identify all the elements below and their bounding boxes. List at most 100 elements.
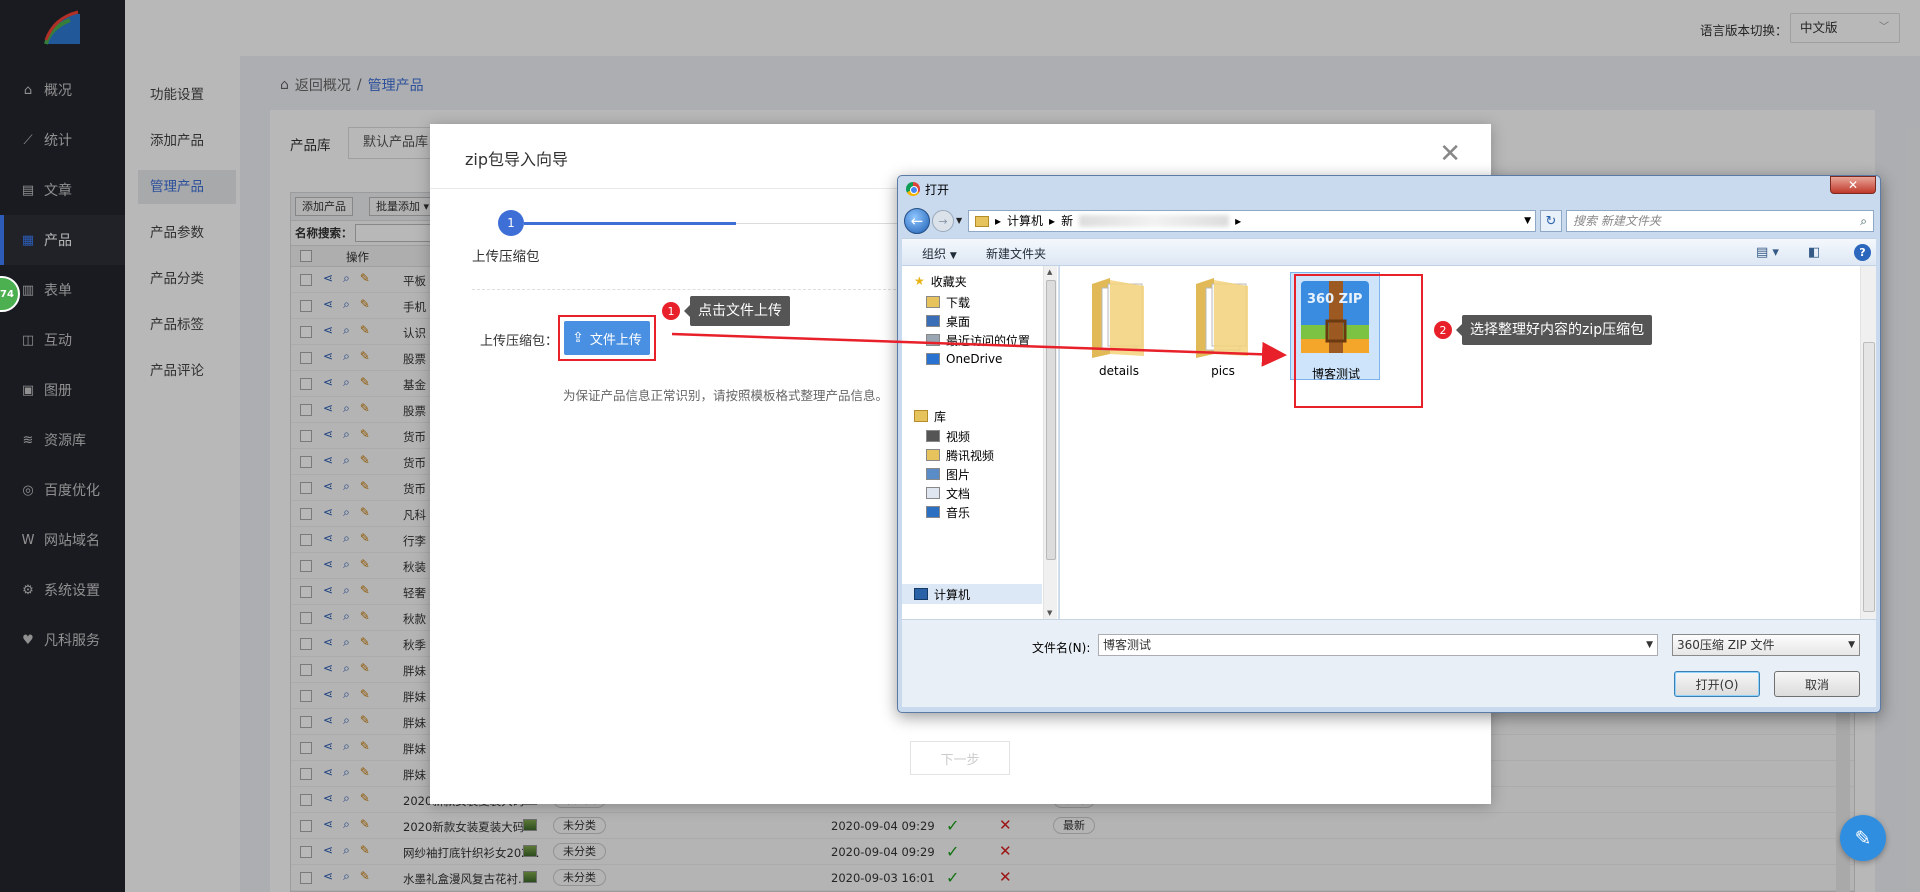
upload-icon: ⇪ xyxy=(572,330,584,346)
library-icon xyxy=(914,410,928,422)
step-progress xyxy=(524,222,736,225)
chevron-up-icon[interactable]: ▲ xyxy=(1047,268,1052,276)
computer-icon xyxy=(914,588,928,600)
nav-favorites-label: 收藏夹 xyxy=(930,274,967,289)
chevron-down-icon[interactable]: ▼ xyxy=(1047,609,1052,617)
nav-pane-item-label: 桌面 xyxy=(946,314,971,329)
filename-field[interactable]: 博客测试 ▼ xyxy=(1098,634,1658,656)
nav-pane-item-label: 最近访问的位置 xyxy=(946,333,1031,348)
new-folder-button[interactable]: 新建文件夹 xyxy=(986,245,1046,262)
search-placeholder: 搜索 新建文件夹 xyxy=(1573,214,1661,228)
nav-pane-item-label: 图片 xyxy=(946,467,971,482)
view-options-icon[interactable]: ▤ ▾ xyxy=(1756,245,1779,260)
folder-icon xyxy=(1092,278,1144,358)
preview-pane-icon[interactable]: ◧ xyxy=(1808,245,1820,260)
upload-hint: 为保证产品信息正常识别，请按照模板格式整理产品信息。 xyxy=(563,388,889,403)
cancel-button[interactable]: 取消 xyxy=(1774,671,1860,697)
chrome-icon xyxy=(906,182,920,196)
path-segment[interactable]: 计算机 xyxy=(1007,211,1043,231)
path-segment[interactable]: 新 xyxy=(1061,211,1073,231)
music-icon xyxy=(926,506,940,518)
file-item-pics[interactable]: pics xyxy=(1178,272,1268,380)
document-icon xyxy=(926,487,940,499)
back-arrow-icon[interactable]: ← xyxy=(904,208,930,234)
history-dropdown-icon[interactable]: ▼ xyxy=(956,216,962,225)
file-item-details[interactable]: details xyxy=(1074,272,1164,380)
callout-number: 1 xyxy=(662,302,680,320)
path-separator: ▸ xyxy=(995,214,1002,228)
folder-icon xyxy=(975,215,989,227)
scroll-thumb[interactable] xyxy=(1863,342,1875,612)
nav-library-label: 库 xyxy=(934,409,947,424)
nav-library[interactable]: 库 xyxy=(914,406,1054,426)
file-list-scrollbar[interactable] xyxy=(1860,266,1876,619)
callout-label: 点击文件上传 xyxy=(684,296,790,326)
organize-label: 组织 xyxy=(922,247,947,261)
desktop-icon xyxy=(926,315,940,327)
organize-menu[interactable]: 组织 ▼ xyxy=(922,245,957,262)
close-icon[interactable]: ✕ xyxy=(1439,139,1461,169)
nav-favorites[interactable]: ★ 收藏夹 xyxy=(914,271,1054,291)
chevron-down-icon: ▼ xyxy=(1848,640,1855,650)
chevron-down-icon: ▼ xyxy=(949,251,957,261)
open-file-dialog: 打开 ✕ ← → ▼ ▸ 计算机 ▸ 新 ▸ ▼ ↻ 搜索 新建文件夹 ⌕ 组织… xyxy=(897,175,1881,713)
dialog-title: 打开 xyxy=(925,183,950,197)
path-separator: ▸ xyxy=(1049,214,1056,228)
edit-icon: ✎ xyxy=(1854,826,1872,850)
download-folder-icon xyxy=(926,296,940,308)
file-name: details xyxy=(1099,364,1139,378)
nav-pane-item-label: 文档 xyxy=(946,486,971,501)
star-icon: ★ xyxy=(914,274,925,288)
video-icon xyxy=(926,430,940,442)
folder-icon xyxy=(1196,278,1248,358)
filename-label: 文件名(N): xyxy=(1032,641,1091,655)
picture-icon xyxy=(926,468,940,480)
scroll-thumb[interactable] xyxy=(1046,280,1056,560)
chevron-down-icon[interactable]: ▼ xyxy=(1646,635,1653,655)
file-name: pics xyxy=(1211,364,1235,378)
file-name: 博客测试 xyxy=(1311,367,1360,381)
edit-fab-button[interactable]: ✎ xyxy=(1840,815,1886,861)
zip-archive-icon: 360 ZIP xyxy=(1301,281,1369,353)
next-step-button[interactable]: 下一步 xyxy=(910,741,1010,775)
address-bar[interactable]: ▸ 计算机 ▸ 新 ▸ ▼ xyxy=(968,210,1536,232)
nav-pane-item-label: 视频 xyxy=(946,429,971,444)
step-indicator: 1 xyxy=(498,210,524,236)
dialog-bottom-panel: 文件名(N): 博客测试 ▼ 360压缩 ZIP 文件 ▼ 打开(O) 取消 xyxy=(902,619,1876,707)
search-icon: ⌕ xyxy=(1860,214,1867,228)
navigation-pane: ★ 收藏夹 下载桌面最近访问的位置 OneDrive 库 视频腾讯视频图片文档音乐… xyxy=(902,266,1059,619)
nav-pane-item-label: 音乐 xyxy=(946,505,971,520)
upload-button-label: 文件上传 xyxy=(589,332,642,348)
upload-label: 上传压缩包： xyxy=(480,334,559,349)
nav-pane-item-label: 下载 xyxy=(946,295,971,310)
folder-icon xyxy=(926,449,940,461)
nav-computer[interactable]: 计算机 xyxy=(902,584,1042,604)
callout-label: 选择整理好内容的zip压缩包 xyxy=(1455,315,1653,345)
blurred-path xyxy=(1079,215,1230,227)
close-icon[interactable]: ✕ xyxy=(1830,176,1876,194)
callout-number: 2 xyxy=(1434,321,1452,339)
help-icon[interactable]: ? xyxy=(1854,244,1871,261)
nav-pane-item-label: OneDrive xyxy=(946,352,1003,366)
filename-value: 博客测试 xyxy=(1103,638,1152,652)
file-item-zip[interactable]: 360 ZIP 博客测试 xyxy=(1290,272,1380,381)
file-upload-button[interactable]: ⇪ 文件上传 xyxy=(564,321,650,355)
filetype-value: 360压缩 ZIP 文件 xyxy=(1677,638,1775,652)
zip-badge: 360 ZIP xyxy=(1307,292,1362,307)
refresh-icon[interactable]: ↻ xyxy=(1540,210,1562,232)
open-button[interactable]: 打开(O) xyxy=(1674,671,1760,697)
step-label: 上传压缩包 xyxy=(472,249,540,265)
cloud-icon xyxy=(926,353,940,365)
dialog-titlebar[interactable]: 打开 ✕ xyxy=(898,176,1880,202)
wizard-title: zip包导入向导 xyxy=(465,150,569,169)
nav-computer-label: 计算机 xyxy=(934,587,971,602)
chevron-down-icon[interactable]: ▼ xyxy=(1524,211,1531,231)
path-separator: ▸ xyxy=(1235,214,1242,228)
recent-places-icon xyxy=(926,334,940,346)
filetype-select[interactable]: 360压缩 ZIP 文件 ▼ xyxy=(1672,634,1860,656)
forward-arrow-icon[interactable]: → xyxy=(932,210,954,232)
nav-pane-item-label: 腾讯视频 xyxy=(946,448,995,463)
search-input[interactable]: 搜索 新建文件夹 ⌕ xyxy=(1566,210,1874,232)
nav-scrollbar[interactable]: ▲ ▼ xyxy=(1043,266,1057,619)
command-bar: 组织 ▼ 新建文件夹 ▤ ▾ ◧ ? xyxy=(902,238,1876,266)
